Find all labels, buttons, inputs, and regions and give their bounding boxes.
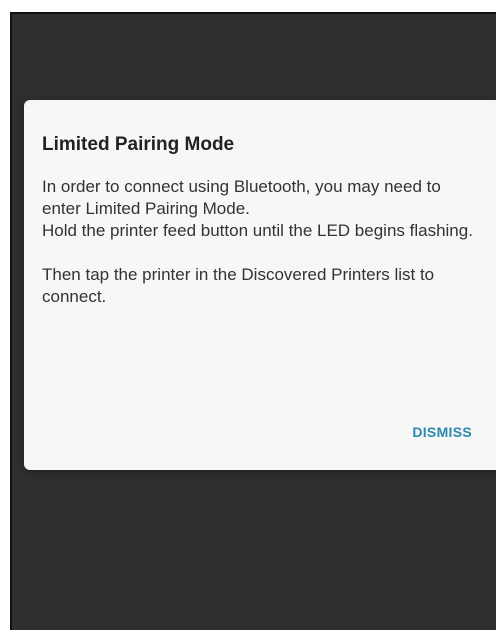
- limited-pairing-dialog: Limited Pairing Mode In order to connect…: [24, 100, 496, 470]
- screen-scrim: Limited Pairing Mode In order to connect…: [10, 12, 496, 630]
- dialog-message-paragraph-1: In order to connect using Bluetooth, you…: [42, 177, 473, 240]
- dialog-title: Limited Pairing Mode: [42, 134, 235, 155]
- dialog-message-paragraph-2: Then tap the printer in the Discovered P…: [42, 265, 435, 306]
- dialog-message: In order to connect using Bluetooth, you…: [42, 176, 482, 308]
- dismiss-button[interactable]: DISMISS: [412, 420, 472, 444]
